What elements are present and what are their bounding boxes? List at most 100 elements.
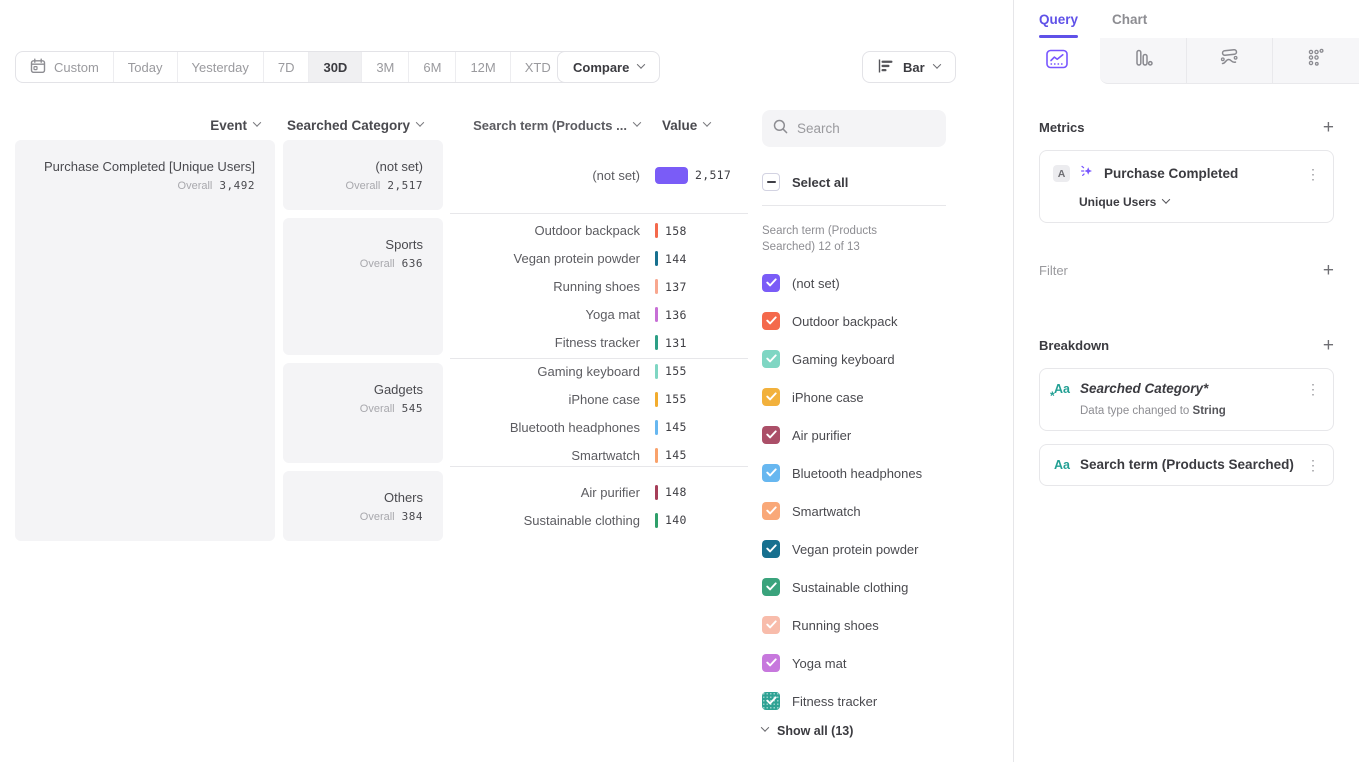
term-row[interactable]: iPhone case155 — [450, 385, 748, 413]
show-all-button[interactable]: Show all (13) — [762, 724, 946, 738]
legend-item[interactable]: Outdoor backpack — [762, 302, 946, 340]
checked-checkbox[interactable] — [762, 692, 780, 710]
value-bar — [655, 448, 658, 463]
value-bar — [655, 392, 658, 407]
checked-checkbox[interactable] — [762, 350, 780, 368]
legend-item[interactable]: iPhone case — [762, 378, 946, 416]
legend-item[interactable]: Gaming keyboard — [762, 340, 946, 378]
term-row[interactable]: Yoga mat 136 — [450, 301, 748, 329]
search-input[interactable] — [797, 121, 935, 136]
column-header-search-term[interactable]: Search term (Products ... — [450, 112, 640, 138]
metric-card[interactable]: A Purchase Completed ⋮ Unique Users — [1039, 150, 1334, 223]
term-row[interactable]: Air purifier148 — [450, 478, 748, 506]
range-7d[interactable]: 7D — [263, 52, 309, 82]
legend-item[interactable]: Vegan protein powder — [762, 530, 946, 568]
legend-item-label: Outdoor backpack — [792, 314, 898, 329]
value-number: 144 — [665, 252, 687, 266]
range-30d[interactable]: 30D — [308, 52, 361, 82]
range-3m[interactable]: 3M — [361, 52, 408, 82]
term-label: Gaming keyboard — [450, 364, 640, 379]
select-all-checkbox[interactable] — [762, 173, 780, 191]
checked-checkbox[interactable] — [762, 540, 780, 558]
chart-type-bar-tab[interactable] — [1100, 38, 1186, 84]
tab-chart[interactable]: Chart — [1112, 12, 1147, 38]
checked-checkbox[interactable] — [762, 616, 780, 634]
category-group: GadgetsOverall545Gaming keyboard155iPhon… — [283, 363, 748, 463]
term-row[interactable]: Vegan protein powder144 — [450, 245, 748, 273]
event-card[interactable]: Purchase Completed [Unique Users] Overal… — [15, 140, 275, 541]
checked-checkbox[interactable] — [762, 274, 780, 292]
column-header-event[interactable]: Event — [15, 112, 260, 138]
kebab-menu-icon[interactable]: ⋮ — [1306, 382, 1320, 396]
range-yesterday[interactable]: Yesterday — [177, 52, 263, 82]
term-label: iPhone case — [450, 392, 640, 407]
value-bar — [655, 251, 658, 266]
range-today[interactable]: Today — [113, 52, 177, 82]
checked-checkbox[interactable] — [762, 502, 780, 520]
chevron-down-icon — [761, 723, 769, 731]
legend-item[interactable]: Yoga mat — [762, 644, 946, 682]
term-row[interactable]: Running shoes137 — [450, 273, 748, 301]
select-all-label: Select all — [792, 175, 848, 190]
breakdown-card-searched-category[interactable]: Aa* Searched Category* ⋮ Data type chang… — [1039, 368, 1334, 431]
range-custom[interactable]: Custom — [16, 52, 113, 82]
legend-item[interactable]: Sustainable clothing — [762, 568, 946, 606]
term-label: Yoga mat — [450, 307, 640, 322]
column-header-category[interactable]: Searched Category — [283, 112, 423, 138]
category-card[interactable]: SportsOverall636 — [283, 218, 443, 355]
measure-selector[interactable]: Unique Users — [1079, 195, 1320, 209]
chart-type-line-tab[interactable] — [1014, 38, 1100, 84]
event-overall-value: 3,492 — [219, 179, 255, 192]
checked-checkbox[interactable] — [762, 464, 780, 482]
add-breakdown-button[interactable]: + — [1323, 336, 1334, 355]
legend-item[interactable]: Bluetooth headphones — [762, 454, 946, 492]
add-metric-button[interactable]: + — [1323, 118, 1334, 137]
term-row[interactable]: Smartwatch145 — [450, 441, 748, 469]
compare-label: Compare — [573, 60, 629, 75]
add-filter-button[interactable]: + — [1323, 261, 1334, 280]
value-bar — [655, 167, 688, 184]
category-group: (not set)Overall2,517(not set)2,517 — [283, 140, 748, 210]
value-number: 131 — [665, 336, 687, 350]
checked-checkbox[interactable] — [762, 578, 780, 596]
category-card[interactable]: OthersOverall384 — [283, 471, 443, 541]
checked-checkbox[interactable] — [762, 426, 780, 444]
legend-item[interactable]: Fitness tracker — [762, 682, 946, 720]
category-card[interactable]: (not set)Overall2,517 — [283, 140, 443, 210]
checked-checkbox[interactable] — [762, 654, 780, 672]
category-card[interactable]: GadgetsOverall545 — [283, 363, 443, 463]
breakdown-card-search-term[interactable]: Aa Search term (Products Searched) ⋮ — [1039, 444, 1334, 486]
column-header-value[interactable]: Value — [662, 112, 710, 138]
range-12m[interactable]: 12M — [455, 52, 509, 82]
metric-event-name: Purchase Completed — [1104, 166, 1297, 181]
chart-type-button[interactable]: Bar — [862, 51, 956, 83]
kebab-menu-icon[interactable]: ⋮ — [1306, 458, 1320, 472]
category-overall-value: 545 — [402, 402, 423, 415]
tab-query[interactable]: Query — [1039, 12, 1078, 38]
legend-item[interactable]: (not set) — [762, 264, 946, 302]
term-row[interactable]: Sustainable clothing140 — [450, 506, 748, 534]
calendar-icon — [30, 58, 46, 77]
chart-type-metric-tab[interactable] — [1272, 38, 1359, 84]
value-number: 136 — [665, 308, 687, 322]
select-all-row[interactable]: Select all — [762, 169, 946, 195]
string-property-icon: Aa — [1053, 458, 1071, 472]
chart-type-flow-tab[interactable] — [1186, 38, 1273, 84]
legend-item[interactable]: Running shoes — [762, 606, 946, 644]
kebab-menu-icon[interactable]: ⋮ — [1306, 167, 1320, 181]
checked-checkbox[interactable] — [762, 312, 780, 330]
range-6m[interactable]: 6M — [408, 52, 455, 82]
term-row[interactable]: Fitness tracker131 — [450, 329, 748, 357]
compare-button[interactable]: Compare — [557, 51, 660, 83]
value-number: 158 — [665, 224, 687, 238]
legend-search[interactable] — [762, 110, 946, 147]
legend-item[interactable]: Smartwatch — [762, 492, 946, 530]
term-row[interactable]: Bluetooth headphones145 — [450, 413, 748, 441]
term-row[interactable]: (not set)2,517 — [450, 161, 748, 189]
legend-item[interactable]: Air purifier — [762, 416, 946, 454]
checked-checkbox[interactable] — [762, 388, 780, 406]
value-number: 2,517 — [695, 168, 731, 182]
term-row[interactable]: Gaming keyboard155 — [450, 357, 748, 385]
modified-asterisk: * — [1050, 389, 1055, 403]
term-row[interactable]: Outdoor backpack158 — [450, 217, 748, 245]
